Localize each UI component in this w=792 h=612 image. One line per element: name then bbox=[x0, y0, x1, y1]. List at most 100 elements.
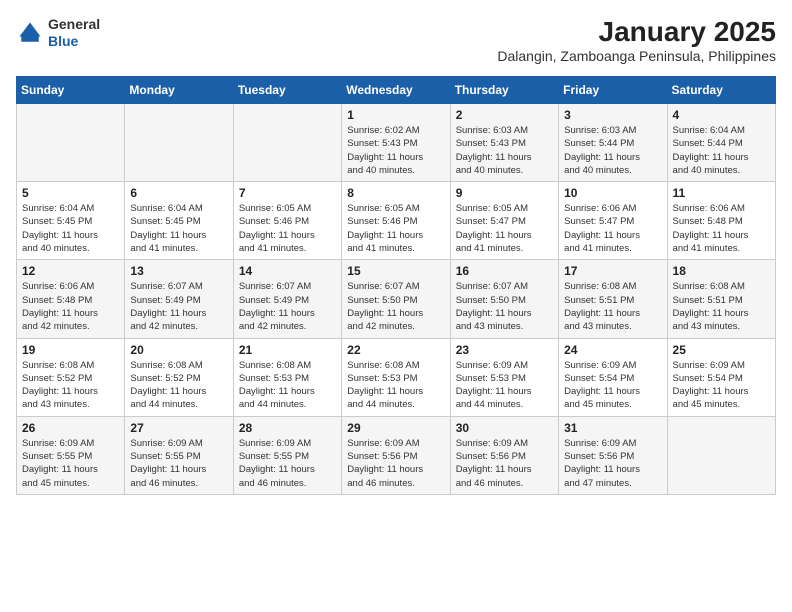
day-number: 14 bbox=[239, 264, 336, 278]
day-info: Sunrise: 6:09 AM Sunset: 5:54 PM Dayligh… bbox=[564, 359, 661, 412]
calendar-cell: 18Sunrise: 6:08 AM Sunset: 5:51 PM Dayli… bbox=[667, 260, 775, 338]
calendar-cell: 2 Sunrise: 6:03 AM Sunset: 5:43 PM Daylig… bbox=[450, 104, 558, 182]
calendar-cell: 29 Sunrise: 6:09 AM Sunset: 5:56 PM Dayli… bbox=[342, 416, 450, 494]
day-number: 5 bbox=[22, 186, 119, 200]
day-info: Sunrise: 6:09 AM Sunset: 5:55 PM Dayligh… bbox=[239, 437, 336, 490]
calendar-cell bbox=[17, 104, 125, 182]
day-info: Sunrise: 6:06 AM Sunset: 5:48 PM Dayligh… bbox=[22, 280, 119, 333]
day-info: Sunrise: 6:04 AM Sunset: 5:45 PM Dayligh… bbox=[130, 202, 227, 255]
page-header: General Blue January 2025 Dalangin, Zamb… bbox=[16, 16, 776, 64]
day-number: 8 bbox=[347, 186, 444, 200]
day-info: Sunrise: 6:08 AM Sunset: 5:53 PM Dayligh… bbox=[239, 359, 336, 412]
day-number: 11 bbox=[673, 186, 770, 200]
calendar-cell: 10Sunrise: 6:06 AM Sunset: 5:47 PM Dayli… bbox=[559, 182, 667, 260]
title-block: January 2025 Dalangin, Zamboanga Peninsu… bbox=[497, 16, 776, 64]
weekday-header: Tuesday bbox=[233, 77, 341, 104]
calendar-cell: 20 Sunrise: 6:08 AM Sunset: 5:52 PM Dayli… bbox=[125, 338, 233, 416]
day-info: Sunrise: 6:04 AM Sunset: 5:44 PM Dayligh… bbox=[673, 124, 770, 177]
calendar-cell: 7Sunrise: 6:05 AM Sunset: 5:46 PM Daylig… bbox=[233, 182, 341, 260]
calendar-week-row: 19Sunrise: 6:08 AM Sunset: 5:52 PM Dayli… bbox=[17, 338, 776, 416]
day-number: 9 bbox=[456, 186, 553, 200]
day-info: Sunrise: 6:08 AM Sunset: 5:51 PM Dayligh… bbox=[673, 280, 770, 333]
calendar-cell: 23Sunrise: 6:09 AM Sunset: 5:53 PM Dayli… bbox=[450, 338, 558, 416]
day-number: 10 bbox=[564, 186, 661, 200]
calendar-cell: 14 Sunrise: 6:07 AM Sunset: 5:49 PM Dayli… bbox=[233, 260, 341, 338]
day-info: Sunrise: 6:09 AM Sunset: 5:56 PM Dayligh… bbox=[564, 437, 661, 490]
day-info: Sunrise: 6:09 AM Sunset: 5:55 PM Dayligh… bbox=[130, 437, 227, 490]
day-info: Sunrise: 6:08 AM Sunset: 5:52 PM Dayligh… bbox=[22, 359, 119, 412]
logo: General Blue bbox=[16, 16, 100, 50]
calendar-cell: 30 Sunrise: 6:09 AM Sunset: 5:56 PM Dayli… bbox=[450, 416, 558, 494]
calendar-cell: 27 Sunrise: 6:09 AM Sunset: 5:55 PM Dayli… bbox=[125, 416, 233, 494]
day-number: 3 bbox=[564, 108, 661, 122]
day-number: 24 bbox=[564, 343, 661, 357]
calendar-week-row: 1Sunrise: 6:02 AM Sunset: 5:43 PM Daylig… bbox=[17, 104, 776, 182]
logo-blue-text: Blue bbox=[48, 33, 100, 50]
page-title: January 2025 bbox=[497, 16, 776, 48]
calendar-cell: 13Sunrise: 6:07 AM Sunset: 5:49 PM Dayli… bbox=[125, 260, 233, 338]
calendar-cell bbox=[667, 416, 775, 494]
day-info: Sunrise: 6:08 AM Sunset: 5:53 PM Dayligh… bbox=[347, 359, 444, 412]
day-info: Sunrise: 6:05 AM Sunset: 5:46 PM Dayligh… bbox=[347, 202, 444, 255]
weekday-header: Monday bbox=[125, 77, 233, 104]
calendar-cell: 9Sunrise: 6:05 AM Sunset: 5:47 PM Daylig… bbox=[450, 182, 558, 260]
calendar-cell: 25Sunrise: 6:09 AM Sunset: 5:54 PM Dayli… bbox=[667, 338, 775, 416]
day-number: 27 bbox=[130, 421, 227, 435]
day-info: Sunrise: 6:06 AM Sunset: 5:48 PM Dayligh… bbox=[673, 202, 770, 255]
day-number: 12 bbox=[22, 264, 119, 278]
day-number: 23 bbox=[456, 343, 553, 357]
day-info: Sunrise: 6:07 AM Sunset: 5:50 PM Dayligh… bbox=[456, 280, 553, 333]
calendar-cell: 31 Sunrise: 6:09 AM Sunset: 5:56 PM Dayli… bbox=[559, 416, 667, 494]
calendar-cell: 11 Sunrise: 6:06 AM Sunset: 5:48 PM Dayli… bbox=[667, 182, 775, 260]
calendar-cell: 5Sunrise: 6:04 AM Sunset: 5:45 PM Daylig… bbox=[17, 182, 125, 260]
calendar-cell: 24 Sunrise: 6:09 AM Sunset: 5:54 PM Dayli… bbox=[559, 338, 667, 416]
day-number: 15 bbox=[347, 264, 444, 278]
calendar-cell: 6 Sunrise: 6:04 AM Sunset: 5:45 PM Daylig… bbox=[125, 182, 233, 260]
calendar-cell: 21 Sunrise: 6:08 AM Sunset: 5:53 PM Dayli… bbox=[233, 338, 341, 416]
weekday-header: Sunday bbox=[17, 77, 125, 104]
day-number: 21 bbox=[239, 343, 336, 357]
weekday-header: Saturday bbox=[667, 77, 775, 104]
day-number: 29 bbox=[347, 421, 444, 435]
day-info: Sunrise: 6:09 AM Sunset: 5:55 PM Dayligh… bbox=[22, 437, 119, 490]
calendar-cell: 26 Sunrise: 6:09 AM Sunset: 5:55 PM Dayli… bbox=[17, 416, 125, 494]
calendar-cell: 15 Sunrise: 6:07 AM Sunset: 5:50 PM Dayli… bbox=[342, 260, 450, 338]
calendar-cell: 28Sunrise: 6:09 AM Sunset: 5:55 PM Dayli… bbox=[233, 416, 341, 494]
calendar-cell: 19Sunrise: 6:08 AM Sunset: 5:52 PM Dayli… bbox=[17, 338, 125, 416]
calendar-cell: 16 Sunrise: 6:07 AM Sunset: 5:50 PM Dayli… bbox=[450, 260, 558, 338]
calendar-cell: 1Sunrise: 6:02 AM Sunset: 5:43 PM Daylig… bbox=[342, 104, 450, 182]
day-number: 13 bbox=[130, 264, 227, 278]
day-number: 31 bbox=[564, 421, 661, 435]
day-number: 16 bbox=[456, 264, 553, 278]
day-info: Sunrise: 6:07 AM Sunset: 5:49 PM Dayligh… bbox=[239, 280, 336, 333]
day-info: Sunrise: 6:08 AM Sunset: 5:52 PM Dayligh… bbox=[130, 359, 227, 412]
logo-icon bbox=[16, 19, 44, 47]
day-info: Sunrise: 6:09 AM Sunset: 5:56 PM Dayligh… bbox=[347, 437, 444, 490]
day-number: 4 bbox=[673, 108, 770, 122]
calendar-cell: 12 Sunrise: 6:06 AM Sunset: 5:48 PM Dayli… bbox=[17, 260, 125, 338]
weekday-header: Thursday bbox=[450, 77, 558, 104]
day-info: Sunrise: 6:05 AM Sunset: 5:46 PM Dayligh… bbox=[239, 202, 336, 255]
day-number: 30 bbox=[456, 421, 553, 435]
day-number: 2 bbox=[456, 108, 553, 122]
calendar-week-row: 5 Sunrise: 6:04 AM Sunset: 5:45 PM Daylig… bbox=[17, 182, 776, 260]
day-number: 26 bbox=[22, 421, 119, 435]
calendar-cell: 22 Sunrise: 6:08 AM Sunset: 5:53 PM Dayli… bbox=[342, 338, 450, 416]
day-info: Sunrise: 6:09 AM Sunset: 5:56 PM Dayligh… bbox=[456, 437, 553, 490]
day-number: 6 bbox=[130, 186, 227, 200]
calendar-cell: 3 Sunrise: 6:03 AM Sunset: 5:44 PM Daylig… bbox=[559, 104, 667, 182]
day-number: 20 bbox=[130, 343, 227, 357]
page-subtitle: Dalangin, Zamboanga Peninsula, Philippin… bbox=[497, 48, 776, 64]
calendar-cell bbox=[125, 104, 233, 182]
calendar-cell: 8 Sunrise: 6:05 AM Sunset: 5:46 PM Daylig… bbox=[342, 182, 450, 260]
day-info: Sunrise: 6:03 AM Sunset: 5:43 PM Dayligh… bbox=[456, 124, 553, 177]
calendar-cell: 17 Sunrise: 6:08 AM Sunset: 5:51 PM Dayli… bbox=[559, 260, 667, 338]
day-info: Sunrise: 6:08 AM Sunset: 5:51 PM Dayligh… bbox=[564, 280, 661, 333]
weekday-header: Friday bbox=[559, 77, 667, 104]
day-info: Sunrise: 6:07 AM Sunset: 5:50 PM Dayligh… bbox=[347, 280, 444, 333]
day-info: Sunrise: 6:03 AM Sunset: 5:44 PM Dayligh… bbox=[564, 124, 661, 177]
day-number: 17 bbox=[564, 264, 661, 278]
day-info: Sunrise: 6:02 AM Sunset: 5:43 PM Dayligh… bbox=[347, 124, 444, 177]
calendar-table: SundayMondayTuesdayWednesdayThursdayFrid… bbox=[16, 76, 776, 495]
day-number: 22 bbox=[347, 343, 444, 357]
